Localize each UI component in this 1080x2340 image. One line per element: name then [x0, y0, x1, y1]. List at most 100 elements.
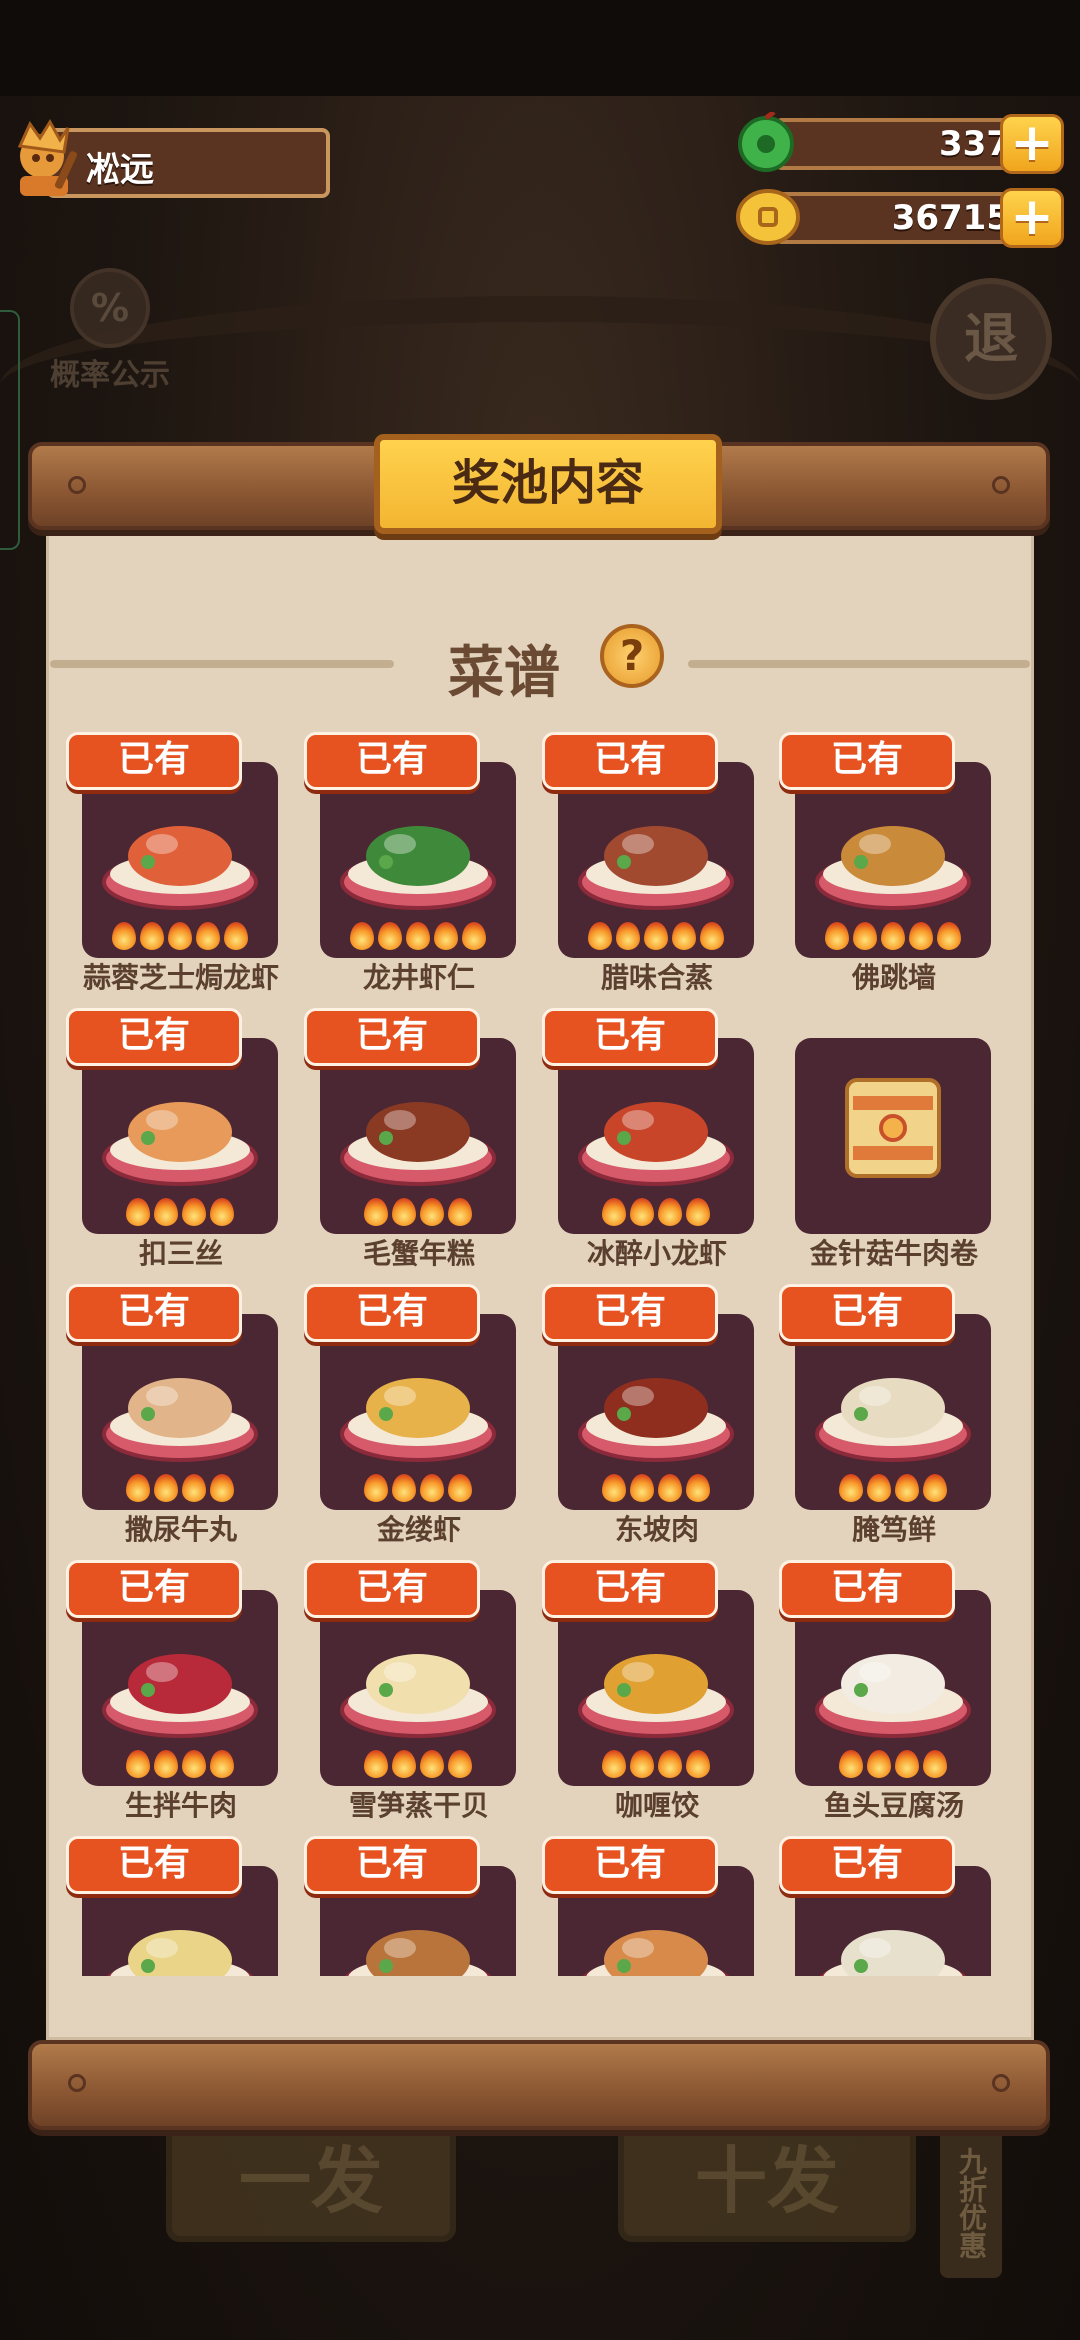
recipe-grid[interactable]: 已有 蒜蓉芝士焗龙虾 已有 龙井虾仁 已有 腊味合蒸 已有 佛跳墙 已有 扣三丝 已有 毛蟹年糕 已有冰… — [46, 720, 1034, 1976]
panel-title: 奖池内容 — [374, 434, 722, 534]
dish-icon — [845, 1078, 941, 1178]
exit-button[interactable]: 退 — [930, 278, 1052, 400]
recipe-card[interactable]: 已有 撒尿牛丸 — [66, 1284, 306, 1560]
flame-icon — [700, 922, 724, 950]
probability-button[interactable]: % 概率公示 — [40, 268, 180, 394]
recipe-name: 生拌牛肉 — [124, 1789, 237, 1822]
recipe-name: 腊味合蒸 — [600, 961, 713, 994]
owned-badge: 已有 — [66, 732, 242, 790]
flame-icon — [210, 1750, 234, 1778]
flame-icon — [839, 1750, 863, 1778]
rarity-flames — [795, 1750, 991, 1782]
recipe-card[interactable]: 已有 腌笃鲜 — [779, 1284, 1019, 1560]
dish-icon — [578, 1654, 734, 1738]
add-coin-button[interactable]: + — [1000, 188, 1064, 248]
rarity-flames — [82, 1474, 278, 1506]
flame-icon — [895, 1474, 919, 1502]
player-panel[interactable]: 凇远 — [6, 116, 330, 200]
flame-icon — [867, 1750, 891, 1778]
flame-icon — [602, 1198, 626, 1226]
owned-badge: 已有 — [66, 1560, 242, 1618]
flame-icon — [630, 1198, 654, 1226]
help-icon[interactable]: ? — [600, 624, 664, 688]
flame-icon — [392, 1750, 416, 1778]
flame-icon — [420, 1198, 444, 1226]
flame-icon — [448, 1750, 472, 1778]
jade-currency: 337 + — [736, 112, 1064, 174]
recipe-card[interactable]: 已有 咖喱饺 — [542, 1560, 782, 1836]
scroll-roller-bottom — [28, 2040, 1050, 2130]
ten-draw-button[interactable]: 十发 — [618, 2120, 916, 2242]
flame-icon — [154, 1750, 178, 1778]
recipe-card[interactable]: 已有 毛蟹年糕 — [304, 1008, 544, 1284]
recipe-card[interactable]: 已有 鱼头豆腐汤 — [779, 1560, 1019, 1836]
recipe-card[interactable]: 已有 蒜蓉芝士焗龙虾 — [66, 732, 306, 1008]
flame-icon — [112, 922, 136, 950]
owned-badge: 已有 — [304, 1008, 480, 1066]
flame-icon — [686, 1198, 710, 1226]
flame-icon — [182, 1750, 206, 1778]
recipe-tile — [558, 762, 754, 958]
recipe-name: 龙井虾仁 — [362, 961, 475, 994]
side-tab — [0, 310, 20, 550]
dish-icon — [578, 1378, 734, 1462]
dish-icon — [102, 1378, 258, 1462]
flame-icon — [364, 1750, 388, 1778]
recipe-card[interactable]: 已有 — [66, 1836, 306, 1976]
flame-icon — [867, 1474, 891, 1502]
jade-icon — [738, 112, 794, 172]
recipe-tile — [320, 762, 516, 958]
owned-badge: 已有 — [542, 732, 718, 790]
owned-badge: 已有 — [779, 1284, 955, 1342]
recipe-card[interactable]: 已有 冰醉小龙虾 — [542, 1008, 782, 1284]
owned-badge: 已有 — [66, 1008, 242, 1066]
rarity-flames — [82, 1750, 278, 1782]
flame-icon — [923, 1474, 947, 1502]
recipe-name: 金缕虾 — [376, 1513, 461, 1546]
flame-icon — [420, 1750, 444, 1778]
add-jade-button[interactable]: + — [1000, 114, 1064, 174]
recipe-name: 撒尿牛丸 — [124, 1513, 237, 1546]
recipe-card[interactable]: 已有 — [542, 1836, 782, 1976]
recipe-card[interactable]: 已有 佛跳墙 — [779, 732, 1019, 1008]
flame-icon — [602, 1474, 626, 1502]
section-divider-right — [688, 660, 1030, 668]
recipe-tile — [82, 762, 278, 958]
recipe-card[interactable]: 金针菇牛肉卷 — [779, 1008, 1019, 1284]
recipe-card[interactable]: 已有 雪笋蒸干贝 — [304, 1560, 544, 1836]
roller-nail — [68, 476, 86, 494]
rarity-flames — [558, 922, 754, 954]
rarity-flames — [795, 1474, 991, 1506]
recipe-tile — [82, 1038, 278, 1234]
flame-icon — [686, 1750, 710, 1778]
single-draw-button[interactable]: 一发 — [166, 2120, 456, 2242]
flame-icon — [210, 1474, 234, 1502]
rarity-flames — [558, 1198, 754, 1230]
recipe-card[interactable]: 已有 扣三丝 — [66, 1008, 306, 1284]
flame-icon — [434, 922, 458, 950]
owned-badge: 已有 — [542, 1008, 718, 1066]
rarity-flames — [320, 1474, 516, 1506]
recipe-card[interactable]: 已有腊味合蒸 — [542, 732, 782, 1008]
flame-icon — [644, 922, 668, 950]
flame-icon — [392, 1198, 416, 1226]
owned-badge: 已有 — [779, 1836, 955, 1894]
flame-icon — [448, 1198, 472, 1226]
recipe-tile — [795, 1038, 991, 1234]
recipe-tile — [795, 762, 991, 958]
recipe-card[interactable]: 已有 东坡肉 — [542, 1284, 782, 1560]
rarity-flames — [320, 1198, 516, 1230]
recipe-name: 东坡肉 — [614, 1513, 699, 1546]
flame-icon — [196, 922, 220, 950]
flame-icon — [406, 922, 430, 950]
recipe-card[interactable]: 已有 — [779, 1836, 1019, 1976]
recipe-card[interactable]: 已有生拌牛肉 — [66, 1560, 306, 1836]
recipe-card[interactable]: 已有 金缕虾 — [304, 1284, 544, 1560]
recipe-card[interactable]: 已有 — [304, 1836, 544, 1976]
flame-icon — [364, 1198, 388, 1226]
recipe-tile — [82, 1590, 278, 1786]
recipe-tile — [795, 1314, 991, 1510]
recipe-card[interactable]: 已有 龙井虾仁 — [304, 732, 544, 1008]
section-divider-left — [50, 660, 394, 668]
roller-nail — [68, 2074, 86, 2092]
